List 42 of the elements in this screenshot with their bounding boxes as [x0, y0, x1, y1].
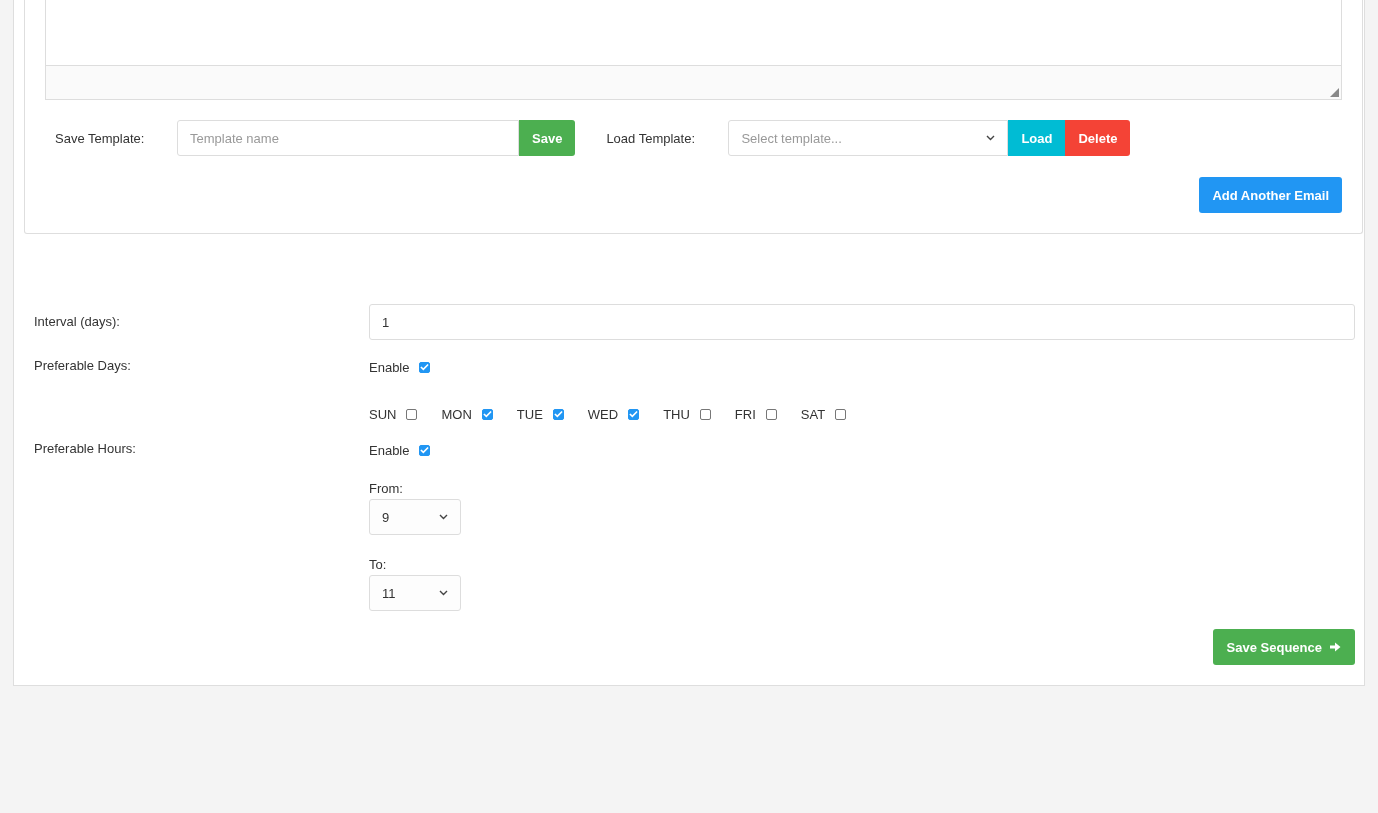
chevron-down-icon [439, 514, 448, 520]
enable-label: Enable [369, 442, 410, 458]
checkbox[interactable] [765, 408, 777, 420]
day-label: MON [441, 406, 472, 422]
checkbox[interactable] [481, 408, 493, 420]
enable-label: Enable [369, 359, 410, 375]
checkbox[interactable] [419, 361, 431, 373]
day-label: SUN [369, 406, 397, 422]
resize-grip-icon[interactable] [1330, 88, 1339, 97]
checkbox[interactable] [699, 408, 711, 420]
checkbox[interactable] [419, 444, 431, 456]
checkbox[interactable] [628, 408, 640, 420]
from-hour-select[interactable]: 9 [369, 499, 461, 535]
template-select[interactable]: Select template... [728, 120, 1009, 156]
add-email-button[interactable]: Add Another Email [1199, 177, 1342, 213]
checkbox[interactable] [835, 408, 847, 420]
template-name-field[interactable]: Template name [177, 120, 519, 156]
select-value: 9 [382, 509, 390, 525]
delete-button[interactable]: Delete [1065, 120, 1131, 156]
day-label: SAT [800, 406, 826, 422]
arrow-right-icon [1330, 642, 1341, 652]
field-label: Preferable Hours: [34, 441, 137, 458]
field-label: Interval (days): [34, 313, 121, 331]
to-hour-select[interactable]: 11 [369, 575, 461, 611]
chevron-down-icon [439, 590, 448, 596]
checkbox[interactable] [406, 408, 418, 420]
day-label: FRI [734, 406, 756, 422]
save-sequence-button[interactable]: Save Sequence [1212, 629, 1355, 665]
checkbox[interactable] [552, 408, 564, 420]
day-label: TUE [516, 406, 543, 422]
hour-label: To: [369, 557, 388, 572]
interval-field[interactable]: 1 [369, 304, 1355, 340]
save-button[interactable]: Save [519, 120, 576, 156]
save-template-label: Save Template: [55, 130, 146, 146]
field-label: Preferable Days: [34, 358, 132, 375]
select-value: 11 [382, 585, 396, 601]
day-label: WED [587, 406, 619, 422]
day-label: THU [663, 406, 690, 422]
load-template-label: Load Template: [606, 130, 697, 146]
hour-label: From: [369, 481, 404, 496]
load-button[interactable]: Load [1008, 120, 1066, 156]
chevron-down-icon [986, 135, 996, 141]
